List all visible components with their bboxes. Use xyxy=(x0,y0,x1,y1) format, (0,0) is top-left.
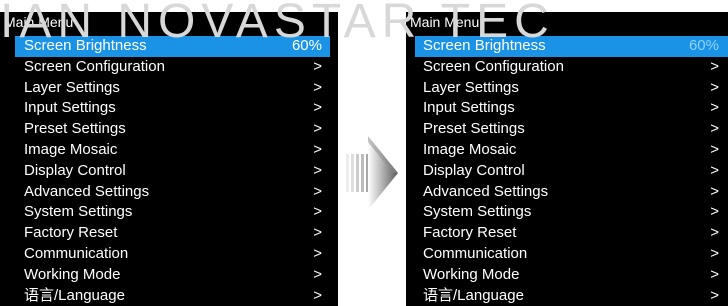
menu-item-communication[interactable]: Communication > xyxy=(406,244,728,265)
menu-item-label: Communication xyxy=(423,244,528,262)
submenu-arrow-icon: > xyxy=(313,78,322,96)
main-menu-panel-before: Main Menu Screen Brightness 60% Screen C… xyxy=(0,12,338,306)
submenu-arrow-icon: > xyxy=(710,203,719,221)
submenu-arrow-icon: > xyxy=(313,244,322,262)
menu-item-label: Preset Settings xyxy=(423,120,525,138)
menu-item-label: Layer Settings xyxy=(24,78,120,96)
submenu-arrow-icon: > xyxy=(710,99,719,117)
menu-item-label: Communication xyxy=(24,244,129,262)
submenu-arrow-icon: > xyxy=(710,286,719,304)
menu-item-label: Display Control xyxy=(423,161,525,179)
menu-list: Screen Brightness 60% Screen Configurati… xyxy=(0,36,338,306)
submenu-arrow-icon: > xyxy=(313,120,322,138)
menu-item-screen-brightness[interactable]: Screen Brightness 60% xyxy=(415,36,728,57)
menu-item-label: Screen Configuration xyxy=(423,57,564,75)
menu-item-input-settings[interactable]: Input Settings > xyxy=(406,98,728,119)
submenu-arrow-icon: > xyxy=(313,265,322,283)
menu-item-factory-reset[interactable]: Factory Reset > xyxy=(0,223,338,244)
menu-item-label: System Settings xyxy=(423,203,532,221)
submenu-arrow-icon: > xyxy=(710,182,719,200)
menu-item-communication[interactable]: Communication > xyxy=(0,244,338,265)
menu-item-label: Layer Settings xyxy=(423,78,519,96)
menu-item-screen-brightness[interactable]: Screen Brightness 60% xyxy=(15,36,330,57)
menu-item-label: Factory Reset xyxy=(24,224,118,242)
menu-item-preset-settings[interactable]: Preset Settings > xyxy=(406,119,728,140)
menu-item-label: Screen Brightness xyxy=(24,37,147,54)
menu-item-layer-settings[interactable]: Layer Settings > xyxy=(406,78,728,99)
menu-item-screen-configuration[interactable]: Screen Configuration > xyxy=(406,57,728,78)
menu-item-label: Preset Settings xyxy=(24,120,126,138)
submenu-arrow-icon: > xyxy=(313,99,322,117)
menu-list: Screen Brightness 60% Screen Configurati… xyxy=(406,36,728,306)
menu-item-advanced-settings[interactable]: Advanced Settings > xyxy=(406,182,728,203)
menu-item-preset-settings[interactable]: Preset Settings > xyxy=(0,119,338,140)
menu-item-label: 语言/Language xyxy=(24,286,125,304)
menu-item-label: Working Mode xyxy=(24,265,121,283)
submenu-arrow-icon: > xyxy=(313,203,322,221)
submenu-arrow-icon: > xyxy=(313,182,322,200)
menu-item-label: Advanced Settings xyxy=(24,182,150,200)
menu-item-language[interactable]: 语言/Language > xyxy=(0,286,338,306)
menu-item-image-mosaic[interactable]: Image Mosaic > xyxy=(0,140,338,161)
submenu-arrow-icon: > xyxy=(710,265,719,283)
menu-item-label: Display Control xyxy=(24,161,126,179)
menu-item-label: Working Mode xyxy=(423,265,520,283)
menu-item-label: Advanced Settings xyxy=(423,182,549,200)
menu-item-system-settings[interactable]: System Settings > xyxy=(0,202,338,223)
menu-item-value: 60% xyxy=(291,37,322,54)
menu-item-input-settings[interactable]: Input Settings > xyxy=(0,98,338,119)
submenu-arrow-icon: > xyxy=(710,57,719,75)
menu-item-label: Screen Configuration xyxy=(24,57,165,75)
menu-item-label: Input Settings xyxy=(24,99,116,117)
menu-item-display-control[interactable]: Display Control > xyxy=(406,161,728,182)
menu-item-label: 语言/Language xyxy=(423,286,524,304)
menu-item-image-mosaic[interactable]: Image Mosaic > xyxy=(406,140,728,161)
menu-item-screen-configuration[interactable]: Screen Configuration > xyxy=(0,57,338,78)
menu-item-language[interactable]: 语言/Language > xyxy=(406,286,728,306)
main-menu-panel-after: Main Menu Screen Brightness 60% Screen C… xyxy=(406,12,728,306)
menu-item-label: System Settings xyxy=(24,203,133,221)
submenu-arrow-icon: > xyxy=(710,244,719,262)
submenu-arrow-icon: > xyxy=(710,120,719,138)
submenu-arrow-icon: > xyxy=(710,140,719,158)
submenu-arrow-icon: > xyxy=(313,286,322,304)
submenu-arrow-icon: > xyxy=(313,140,322,158)
menu-item-label: Screen Brightness xyxy=(423,37,546,54)
menu-item-working-mode[interactable]: Working Mode > xyxy=(406,265,728,286)
menu-title: Main Menu xyxy=(4,14,74,30)
menu-item-factory-reset[interactable]: Factory Reset > xyxy=(406,223,728,244)
menu-item-layer-settings[interactable]: Layer Settings > xyxy=(0,78,338,99)
right-arrow-icon xyxy=(344,128,400,218)
menu-item-advanced-settings[interactable]: Advanced Settings > xyxy=(0,182,338,203)
menu-item-working-mode[interactable]: Working Mode > xyxy=(0,265,338,286)
submenu-arrow-icon: > xyxy=(313,161,322,179)
menu-item-value[interactable]: 60% xyxy=(689,36,719,57)
menu-item-system-settings[interactable]: System Settings > xyxy=(406,202,728,223)
menu-item-label: Input Settings xyxy=(423,99,515,117)
submenu-arrow-icon: > xyxy=(710,78,719,96)
menu-item-label: Image Mosaic xyxy=(24,140,118,158)
menu-item-label: Image Mosaic xyxy=(423,140,517,158)
submenu-arrow-icon: > xyxy=(710,161,719,179)
submenu-arrow-icon: > xyxy=(313,224,322,242)
menu-title: Main Menu xyxy=(410,14,480,30)
submenu-arrow-icon: > xyxy=(710,224,719,242)
menu-item-label: Factory Reset xyxy=(423,224,517,242)
submenu-arrow-icon: > xyxy=(313,57,322,75)
menu-item-display-control[interactable]: Display Control > xyxy=(0,161,338,182)
